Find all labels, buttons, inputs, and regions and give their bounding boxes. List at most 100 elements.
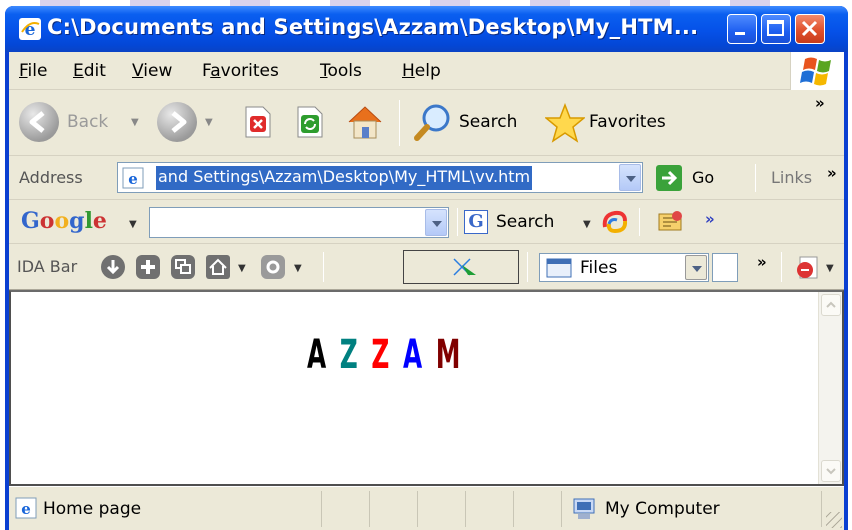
google-search-button[interactable]: Search [496, 212, 554, 232]
files-dropdown[interactable]: Files [539, 253, 709, 282]
menu-tools[interactable]: Tools [320, 61, 362, 81]
title-bar[interactable]: e C:\Documents and Settings\Azzam\Deskto… [5, 6, 848, 52]
ida-windows-icon[interactable] [171, 255, 195, 279]
ida-add-icon[interactable] [136, 255, 160, 279]
links-more-chevron-icon[interactable]: » [827, 164, 837, 182]
back-history-arrow-icon[interactable]: ▼ [131, 117, 139, 128]
ida-more-chevron-icon[interactable]: » [757, 253, 767, 271]
close-icon [801, 20, 818, 37]
ie-window: e C:\Documents and Settings\Azzam\Deskto… [5, 6, 848, 530]
close-button[interactable] [795, 14, 825, 44]
back-button[interactable] [19, 102, 59, 142]
stop-icon[interactable] [243, 105, 273, 139]
ida-toolbar: IDA Bar ▼ ▼ Files » ▼ [9, 244, 844, 290]
ida-settings-icon[interactable] [261, 255, 285, 279]
google-more-chevron-icon[interactable]: » [705, 210, 715, 228]
files-label: Files [580, 258, 618, 278]
go-button[interactable]: Go [692, 168, 714, 187]
maximize-icon [767, 20, 784, 36]
status-bar: e Home page My Computer [9, 486, 844, 530]
ida-separator-3 [781, 252, 782, 282]
ida-settings-arrow-icon[interactable]: ▼ [294, 263, 302, 274]
status-main-pane [9, 491, 322, 527]
search-label[interactable]: Search [459, 112, 517, 132]
search-icon[interactable] [412, 101, 454, 143]
pdf-arrow-icon[interactable]: ▼ [826, 263, 834, 274]
heading-letter: A [402, 332, 425, 378]
favorites-label[interactable]: Favorites [589, 112, 666, 132]
status-pane [418, 491, 466, 527]
status-pane [514, 491, 562, 527]
address-bar: Address e and Settings\Azzam\Desktop\My_… [9, 156, 844, 200]
forward-button[interactable] [157, 102, 197, 142]
status-pane [322, 491, 370, 527]
google-menu-arrow-icon[interactable]: ▼ [129, 219, 137, 230]
ida-download-icon[interactable] [101, 255, 125, 279]
links-button[interactable]: Links [771, 168, 812, 187]
forward-arrow-icon [171, 111, 187, 133]
menu-file[interactable]: File [19, 61, 47, 81]
svg-text:e: e [128, 170, 138, 188]
favorites-star-icon[interactable] [545, 103, 585, 143]
heading-letter: M [435, 332, 463, 378]
ida-separator [323, 252, 324, 282]
status-pane [466, 491, 514, 527]
google-g-icon[interactable]: G [464, 210, 488, 234]
ida-drop-target[interactable] [403, 250, 519, 284]
menu-favorites[interactable]: Favorites [202, 61, 279, 81]
maximize-button[interactable] [761, 14, 791, 44]
toolbar-separator [399, 100, 400, 146]
back-arrow-icon [29, 111, 45, 133]
minimize-button[interactable] [727, 14, 757, 44]
ida-drop-cursor-icon [453, 258, 476, 276]
files-window-icon [546, 258, 572, 278]
home-icon[interactable] [345, 102, 385, 142]
google-search-input[interactable] [149, 207, 449, 238]
ida-separator-2 [527, 252, 528, 282]
address-input[interactable]: e and Settings\Azzam\Desktop\My_HTML\vv.… [117, 162, 643, 193]
pdf-convert-icon[interactable] [794, 255, 820, 281]
scroll-down-button[interactable] [821, 460, 841, 482]
google-logo[interactable]: Google [21, 208, 107, 234]
google-toolbar: Google ▼ G Search ▼ » [9, 200, 844, 244]
back-label: Back [67, 112, 109, 132]
google-search-dropdown-button[interactable] [425, 209, 447, 236]
ida-small-field[interactable] [712, 253, 738, 282]
menu-bar: File Edit View Favorites Tools Help [9, 52, 844, 90]
ida-bar-label: IDA Bar [17, 257, 78, 276]
windows-flag-icon [800, 57, 831, 86]
scroll-up-button[interactable] [821, 294, 841, 316]
scroll-down-icon [826, 468, 836, 475]
popup-blocker-icon[interactable] [657, 209, 685, 235]
ida-home-arrow-icon[interactable]: ▼ [238, 263, 246, 274]
address-label: Address [19, 168, 83, 187]
google-separator [457, 208, 458, 236]
google-search-options-arrow-icon[interactable]: ▼ [583, 219, 591, 230]
refresh-icon[interactable] [295, 105, 325, 139]
page-content: A Z Z A M [9, 290, 844, 486]
resize-grip-icon[interactable] [826, 512, 842, 528]
heading-letter: Z [339, 332, 361, 378]
menu-help[interactable]: Help [402, 61, 441, 81]
menu-view[interactable]: View [132, 61, 172, 81]
scroll-up-icon [826, 301, 836, 308]
window-title: C:\Documents and Settings\Azzam\Desktop\… [47, 15, 699, 39]
menu-edit[interactable]: Edit [73, 61, 106, 81]
status-zone-pane [562, 491, 822, 527]
address-dropdown-button[interactable] [619, 164, 641, 191]
forward-history-arrow-icon[interactable]: ▼ [205, 117, 213, 128]
status-pane [370, 491, 418, 527]
toolbar-more-chevron-icon[interactable]: » [815, 94, 825, 112]
ida-home-icon[interactable] [206, 255, 230, 279]
go-arrow-icon[interactable] [656, 165, 682, 191]
files-dropdown-button[interactable] [685, 255, 707, 280]
standard-toolbar: Back ▼ ▼ Search Favorites » [9, 90, 844, 156]
heading-letter: A [307, 332, 329, 378]
pagerank-swirl-icon[interactable] [601, 209, 629, 235]
address-value: and Settings\Azzam\Desktop\My_HTML\vv.ht… [156, 166, 533, 190]
address-separator [755, 164, 756, 192]
heading-letter: Z [371, 332, 392, 378]
windows-logo [790, 52, 844, 90]
vertical-scrollbar[interactable] [818, 292, 842, 484]
ie-logo-icon: e [19, 18, 41, 40]
